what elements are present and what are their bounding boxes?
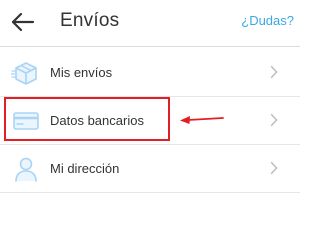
highlight-box [4,97,170,141]
menu-item-mis-envios[interactable]: Mis envíos [0,49,300,97]
chevron-right-icon [270,65,278,79]
app-header: Envíos ¿Dudas? [0,0,300,44]
header-divider [0,46,300,47]
help-link[interactable]: ¿Dudas? [241,13,294,28]
page-title: Envíos [60,10,120,31]
package-box-icon [10,58,41,88]
row-divider [0,192,300,193]
arrow-left-icon [11,12,35,32]
menu-item-label: Mi dirección [50,161,120,176]
user-icon [11,154,41,184]
chevron-right-icon [270,113,278,127]
menu-item-label: Mis envíos [50,65,113,80]
menu-item-mi-direccion[interactable]: Mi dirección [0,145,300,193]
back-button[interactable] [10,10,36,34]
chevron-right-icon [270,161,278,175]
annotation-arrow-icon [180,112,224,126]
